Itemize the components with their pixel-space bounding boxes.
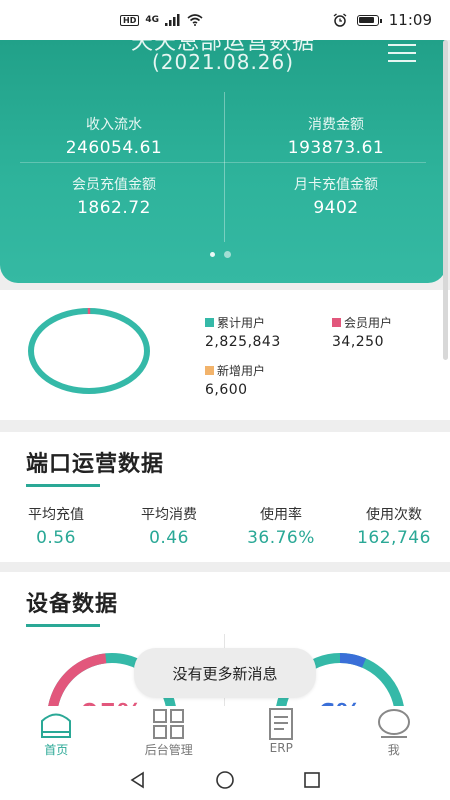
- metric-value: 36.76%: [247, 528, 315, 548]
- stat-value: 1862.72: [77, 198, 151, 218]
- metric-usage-count: 使用次数 162,746: [339, 504, 449, 548]
- metric-value: 0.56: [36, 528, 76, 548]
- metric-value: 162,746: [357, 528, 431, 548]
- report-date: (2021.08.26): [151, 50, 295, 74]
- wifi-icon: [187, 14, 203, 26]
- carousel-dot[interactable]: [210, 252, 215, 257]
- metric-avg-recharge: 平均充值 0.56: [1, 504, 111, 548]
- metric-label: 平均充值: [28, 507, 84, 523]
- carousel-dot[interactable]: [224, 251, 231, 258]
- legend-swatch: [205, 366, 214, 375]
- stat-label: 会员充值金额: [72, 177, 156, 193]
- users-section: 累计用户 2,825,843 会员用户 34,250 新增用户 6,600: [0, 290, 450, 420]
- section-underline: [26, 484, 100, 487]
- clock: 11:09: [388, 11, 432, 29]
- alarm-icon: [333, 13, 347, 27]
- battery-icon: [356, 14, 382, 26]
- stats-divider-horizontal: [20, 162, 426, 163]
- section-underline: [26, 624, 100, 627]
- stat-income: 收入流水 246054.61: [4, 114, 224, 158]
- system-navigation: [0, 760, 450, 800]
- profile-icon: [377, 709, 410, 738]
- menu-icon[interactable]: [388, 44, 416, 64]
- tab-label: 我: [387, 743, 400, 757]
- home-button-icon[interactable]: [215, 770, 235, 790]
- tab-label: ERP: [269, 741, 293, 755]
- metric-value: 0.46: [149, 528, 189, 548]
- toast-message: 没有更多新消息: [134, 648, 316, 698]
- section-title: 设备数据: [26, 592, 119, 617]
- tab-label: 首页: [44, 743, 69, 757]
- back-icon[interactable]: [128, 770, 148, 790]
- legend-value: 2,825,843: [205, 334, 281, 350]
- port-ops-section: 端口运营数据 平均充值 0.56 平均消费 0.46 使用率 36.76% 使用…: [0, 432, 450, 562]
- legend-label: 会员用户: [344, 316, 393, 330]
- grid-icon: [152, 709, 184, 739]
- legend-label: 新增用户: [217, 364, 266, 378]
- stat-label: 收入流水: [86, 117, 142, 133]
- metric-avg-consumption: 平均消费 0.46: [114, 504, 224, 548]
- legend-value: 6,600: [205, 382, 248, 398]
- tab-me[interactable]: 我: [338, 706, 450, 760]
- stats-divider-vertical: [224, 92, 225, 242]
- legend-new-users: 新增用户 6,600: [205, 362, 265, 398]
- metric-label: 平均消费: [141, 507, 197, 523]
- document-icon: [269, 708, 294, 740]
- tab-erp[interactable]: ERP: [225, 706, 338, 760]
- legend-total-users: 累计用户 2,825,843: [205, 314, 281, 350]
- carousel-indicator[interactable]: [210, 251, 231, 258]
- stat-value: 193873.61: [287, 138, 385, 158]
- legend-swatch: [332, 318, 341, 327]
- home-icon: [41, 713, 72, 738]
- tab-home[interactable]: 首页: [0, 706, 113, 760]
- users-ring-chart: [28, 308, 150, 394]
- signal-icon: [165, 14, 180, 26]
- network-type: 4G: [145, 15, 159, 25]
- tab-admin[interactable]: 后台管理: [113, 706, 226, 760]
- stat-label: 消费金额: [308, 117, 364, 133]
- stat-member-recharge: 会员充值金额 1862.72: [4, 174, 224, 218]
- section-title: 端口运营数据: [26, 452, 165, 477]
- stat-consumption: 消费金额 193873.61: [226, 114, 446, 158]
- stat-value: 9402: [313, 198, 359, 218]
- stat-monthly-card-recharge: 月卡充值金额 9402: [226, 174, 446, 218]
- metric-label: 使用率: [260, 507, 302, 523]
- legend-value: 34,250: [332, 334, 384, 350]
- status-right: 11:09: [333, 11, 432, 29]
- legend-member-users: 会员用户 34,250: [332, 314, 392, 350]
- status-indicators: HD 4G: [120, 14, 203, 26]
- bottom-tab-bar: 首页 后台管理 ERP 我: [0, 706, 450, 760]
- summary-header: 天天总部运营数据 (2021.08.26) 收入流水 246054.61 消费金…: [0, 20, 446, 283]
- stat-label: 月卡充值金额: [294, 177, 378, 193]
- legend-label: 累计用户: [217, 316, 266, 330]
- metric-label: 使用次数: [366, 507, 422, 523]
- stat-value: 246054.61: [65, 138, 163, 158]
- status-bar: HD 4G 11:09: [0, 0, 450, 40]
- legend-swatch: [205, 318, 214, 327]
- hd-badge: HD: [120, 14, 140, 26]
- recents-icon[interactable]: [302, 770, 322, 790]
- scrollbar[interactable]: [443, 40, 448, 360]
- tab-label: 后台管理: [144, 743, 193, 757]
- metric-usage-rate: 使用率 36.76%: [226, 504, 336, 548]
